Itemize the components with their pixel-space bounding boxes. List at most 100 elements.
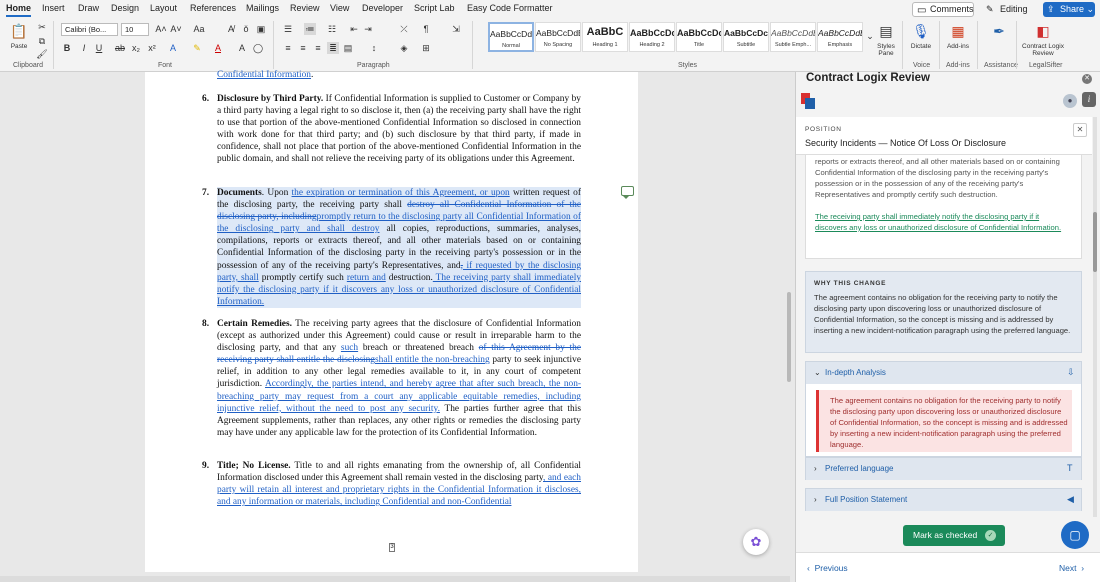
full-position-statement-header[interactable]: › Full Position Statement ◀ <box>806 489 1081 511</box>
tab-design[interactable]: Design <box>111 3 139 13</box>
format-icon[interactable]: ⇲ <box>450 23 462 35</box>
next-button[interactable]: Next › <box>1059 563 1084 573</box>
show-marks-icon[interactable]: ¶ <box>420 23 432 35</box>
strikethrough-icon[interactable]: ab <box>114 42 126 54</box>
clear-position-button[interactable]: ✕ <box>1073 123 1087 137</box>
chat-icon[interactable]: ▢ <box>1061 521 1089 549</box>
character-shading-icon[interactable]: A <box>236 42 248 54</box>
align-right-icon[interactable]: ≡ <box>312 42 324 54</box>
mark-as-checked-label: Mark as checked <box>913 530 978 540</box>
style-preview: AaBbCcDdEe <box>818 28 862 38</box>
character-border-icon[interactable]: ▣ <box>255 23 267 35</box>
cut-icon[interactable]: ✂ <box>36 21 48 33</box>
preferred-language-title: Preferred language <box>825 464 894 473</box>
sort-icon[interactable]: ⤫ <box>398 23 410 35</box>
numbering-icon[interactable]: ≔ <box>304 23 316 35</box>
previous-button[interactable]: ‹ Previous <box>807 563 848 573</box>
line-spacing-icon[interactable]: ↕ <box>368 42 380 54</box>
style-title[interactable]: AaBbCcDc Title <box>676 22 722 52</box>
document-scrollbar[interactable] <box>787 292 791 382</box>
change-case-icon[interactable]: Aa <box>193 23 205 35</box>
distributed-icon[interactable]: ▤ <box>342 42 354 54</box>
style-normal[interactable]: AaBbCcDdEe Normal <box>488 22 534 52</box>
inserted-text: return and <box>346 272 386 283</box>
highlight-icon[interactable]: ✎ <box>191 42 203 54</box>
in-depth-analysis-header[interactable]: ⌄ In-depth Analysis ⇩ <box>806 362 1081 384</box>
panel-title: Contract Logix Review <box>806 72 930 84</box>
position-card: POSITION Security Incidents — Notice Of … <box>796 117 1092 155</box>
style-heading-1[interactable]: AaBbC Heading 1 <box>582 22 628 52</box>
panel-scrollbar[interactable] <box>1093 117 1097 517</box>
tab-insert[interactable]: Insert <box>42 3 65 13</box>
close-icon[interactable]: ✕ <box>1082 74 1092 84</box>
dictate-button[interactable]: 🎙 Dictate <box>908 21 934 50</box>
style-preview: AaBbCcDdEe <box>490 29 532 39</box>
style-preview: AaBbCcDc <box>630 28 674 38</box>
style-subtle-emphasis[interactable]: AaBbCcDdEe Subtle Emph... <box>770 22 816 52</box>
pen-icon: ✒ <box>993 23 1005 39</box>
shading-icon[interactable]: ◈ <box>398 42 410 54</box>
align-left-icon[interactable]: ≡ <box>282 42 294 54</box>
enclose-character-icon[interactable]: ◯ <box>252 42 264 54</box>
format-painter-icon[interactable]: 🖌 <box>36 48 48 60</box>
copy-icon[interactable]: ⧉ <box>36 35 48 47</box>
tab-script-lab[interactable]: Script Lab <box>414 3 455 13</box>
text-effects-color-icon[interactable]: A <box>167 42 179 54</box>
assistance-button[interactable]: ✒ <box>986 21 1012 43</box>
preferred-language-header[interactable]: › Preferred language T <box>806 458 1081 480</box>
text-effects-icon[interactable]: ǒ <box>240 23 252 35</box>
shrink-font-icon[interactable]: A˅ <box>170 23 182 35</box>
increase-indent-icon[interactable]: ⇥ <box>362 23 374 35</box>
chevron-left-icon: ‹ <box>807 563 810 573</box>
clear-formatting-icon[interactable]: A̸ <box>225 23 237 35</box>
mark-as-checked-button[interactable]: Mark as checked ✓ <box>903 525 1005 546</box>
document-page[interactable]: Confidential Information. 6. Disclosure b… <box>145 70 638 572</box>
avatar[interactable]: ● <box>1063 94 1077 108</box>
tab-review[interactable]: Review <box>290 3 320 13</box>
paste-button[interactable]: 📋 Paste <box>6 21 32 50</box>
italic-icon[interactable]: I <box>78 42 90 54</box>
section-number: 8. <box>202 319 210 329</box>
superscript-icon[interactable]: x² <box>146 42 158 54</box>
add-ins-icon: ▦ <box>951 23 965 39</box>
tab-developer[interactable]: Developer <box>362 3 403 13</box>
tab-layout[interactable]: Layout <box>150 3 177 13</box>
multilevel-list-icon[interactable]: ☷ <box>326 23 338 35</box>
font-name-select[interactable]: Calibri (Bo... <box>61 23 118 36</box>
underline-icon[interactable]: U <box>93 42 105 54</box>
share-button[interactable]: ⇪ Share ⌄ <box>1043 2 1095 17</box>
export-icon[interactable]: ⇩ <box>1067 367 1075 378</box>
tab-easy-code-formatter[interactable]: Easy Code Formatter <box>467 3 553 13</box>
add-ins-button[interactable]: ▦ Add-ins <box>944 21 972 50</box>
comment-marker-icon[interactable] <box>621 186 634 199</box>
justify-icon[interactable]: ≣ <box>327 42 339 54</box>
borders-icon[interactable]: ⊞ <box>420 42 432 54</box>
horizontal-scrollbar[interactable] <box>0 576 790 582</box>
editing-mode-button[interactable]: ✎Editing ⌄ <box>984 2 1036 28</box>
tab-draw[interactable]: Draw <box>78 3 99 13</box>
grow-font-icon[interactable]: A˄ <box>155 23 167 35</box>
bullets-icon[interactable]: ☰ <box>282 23 294 35</box>
info-icon[interactable]: i <box>1082 92 1096 107</box>
tab-mailings[interactable]: Mailings <box>246 3 279 13</box>
bold-icon[interactable]: B <box>61 42 73 54</box>
panel-scrollbar-thumb[interactable] <box>1093 212 1097 272</box>
group-separator <box>273 21 274 69</box>
styles-pane-button[interactable]: ▤ Styles Pane <box>874 21 898 57</box>
comments-button[interactable]: ▭ Comments <box>912 2 974 17</box>
tab-home[interactable]: Home <box>6 3 32 17</box>
tab-references[interactable]: References <box>190 3 236 13</box>
font-size-select[interactable]: 10 <box>121 23 149 36</box>
copilot-icon[interactable]: ✿ <box>743 529 769 555</box>
style-no-spacing[interactable]: AaBbCcDdEe No Spacing <box>535 22 581 52</box>
style-heading-2[interactable]: AaBbCcDc Heading 2 <box>629 22 675 52</box>
tab-view[interactable]: View <box>330 3 349 13</box>
font-color-icon[interactable]: A <box>212 42 224 54</box>
style-subtitle[interactable]: AaBbCcDc Subtitle <box>723 22 769 52</box>
style-emphasis[interactable]: AaBbCcDdEe Emphasis <box>817 22 863 52</box>
contract-logix-review-button[interactable]: ◧ Contract Logix Review <box>1018 21 1068 57</box>
decrease-indent-icon[interactable]: ⇤ <box>348 23 360 35</box>
align-center-icon[interactable]: ≡ <box>297 42 309 54</box>
subscript-icon[interactable]: x₂ <box>130 42 142 54</box>
comments-label: Comments <box>930 4 974 14</box>
